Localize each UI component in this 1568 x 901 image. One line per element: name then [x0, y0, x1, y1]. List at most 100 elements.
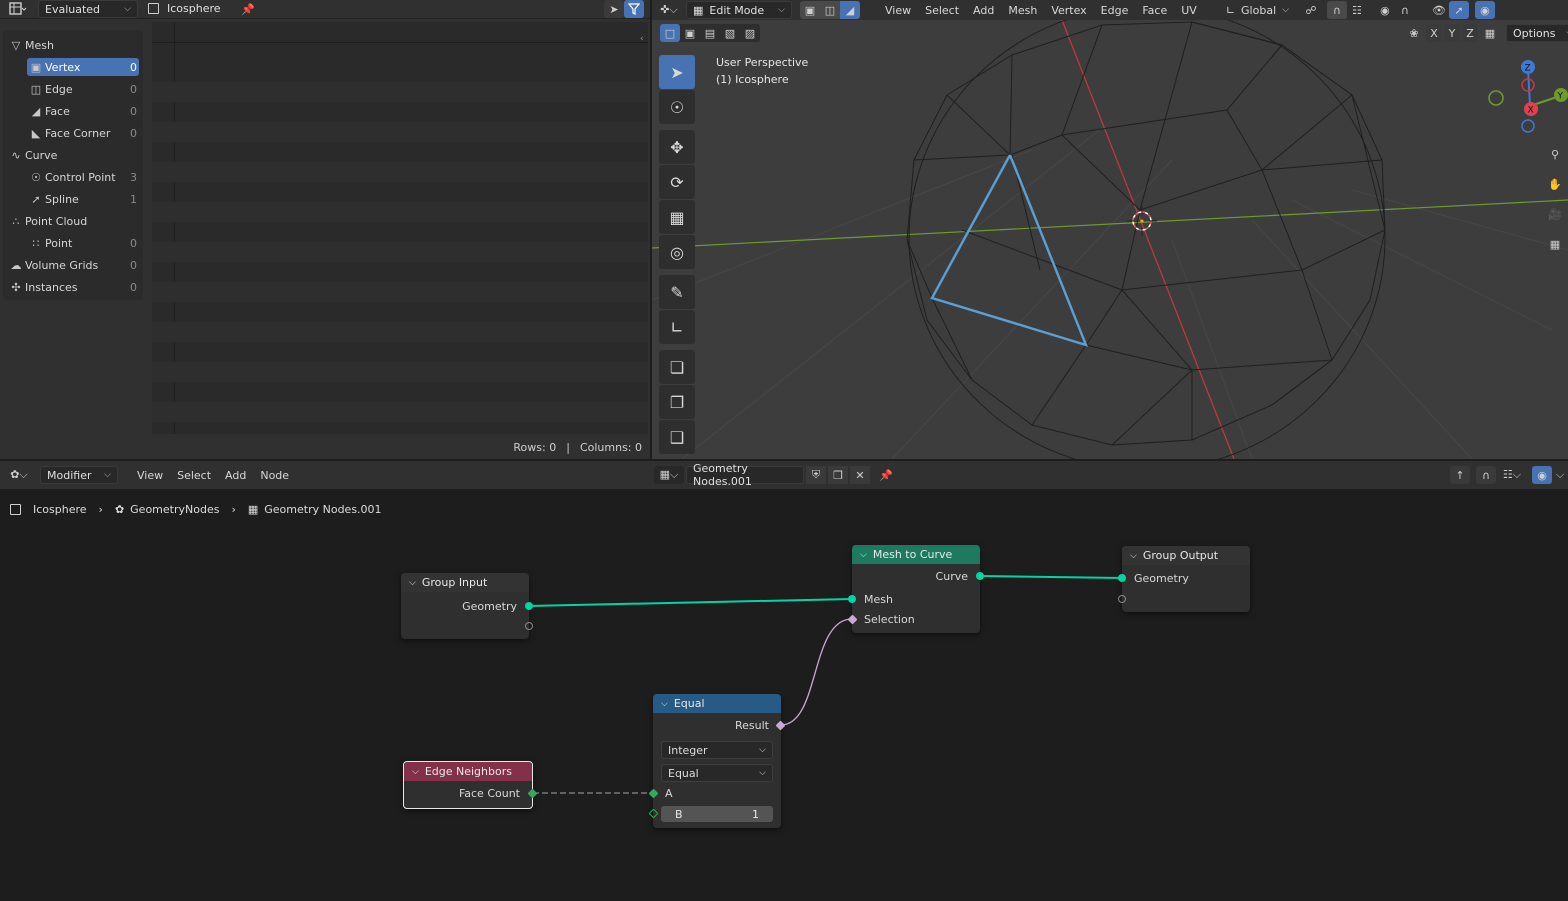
- sidebar-item-volume-grids[interactable]: ☁ Volume Grids 0: [7, 256, 139, 274]
- vertex-select-icon[interactable]: ▣: [800, 1, 820, 19]
- annotate-tool-icon[interactable]: ✎: [659, 275, 695, 309]
- pin-icon[interactable]: 📌: [238, 0, 258, 18]
- pivot-point-icon[interactable]: ☍: [1301, 1, 1321, 19]
- move-tool-icon[interactable]: ✥: [659, 130, 695, 164]
- options-dropdown[interactable]: Options ⌵: [1506, 24, 1568, 42]
- gizmo-toggle-icon[interactable]: ➚: [1448, 1, 1469, 19]
- input-b-field[interactable]: B 1: [661, 806, 773, 822]
- node-group-input[interactable]: ⌵ Group Input Geometry: [401, 573, 533, 639]
- add-cube-tool-icon[interactable]: ❏: [659, 350, 695, 384]
- node-header[interactable]: ⌵ Mesh to Curve: [852, 545, 980, 564]
- input-geometry-socket[interactable]: [1118, 574, 1126, 582]
- measure-tool-icon[interactable]: ∟: [659, 310, 695, 344]
- sidebar-item-spline[interactable]: ➚ Spline 1: [27, 190, 139, 208]
- node-group-output[interactable]: ⌵ Group Output Geometry: [1118, 546, 1250, 612]
- sidebar-item-control-point[interactable]: ☉ Control Point 3: [27, 168, 139, 186]
- mode-dropdown[interactable]: ▦ Edit Mode ⌵: [686, 1, 792, 19]
- menu-face[interactable]: Face: [1135, 4, 1174, 17]
- snap-target-icon[interactable]: ☷: [1347, 1, 1367, 19]
- sidebar-item-edge[interactable]: ◫ Edge 0: [27, 80, 139, 98]
- node-header[interactable]: ⌵ Group Input: [401, 573, 529, 592]
- output-geometry-socket[interactable]: [525, 602, 533, 610]
- scale-tool-icon[interactable]: ▦: [659, 200, 695, 234]
- spreadsheet-table: ‹: [152, 22, 648, 434]
- select-box-tool-icon[interactable]: ➤: [659, 55, 695, 89]
- mirror-x-toggle[interactable]: X: [1426, 24, 1442, 42]
- visibility-icon[interactable]: 👁: [1429, 1, 1449, 19]
- menu-view[interactable]: View: [878, 4, 918, 17]
- snap-icon[interactable]: ∩: [1326, 1, 1347, 19]
- select-new-icon[interactable]: □: [660, 24, 680, 42]
- node-header[interactable]: ⌵ Equal: [653, 694, 781, 713]
- output-curve-socket[interactable]: [976, 572, 984, 580]
- node-editor[interactable]: ✿⌵ Modifier ⌵ View Select Add Node ▦⌵ Ge…: [0, 461, 1568, 901]
- menu-edge[interactable]: Edge: [1094, 4, 1136, 17]
- inset-tool-icon[interactable]: ❑: [659, 420, 695, 454]
- auto-merge-icon[interactable]: ▦: [1480, 24, 1500, 42]
- filter-icon[interactable]: [624, 0, 644, 18]
- viewport-header: ✜⌵ ▦ Edit Mode ⌵ ▣ ◫ ◢ View Select Add M…: [652, 0, 1568, 20]
- x-axis-line: [1061, 19, 1235, 459]
- perspective-grid-icon[interactable]: ▦: [1544, 232, 1566, 256]
- select-subtract-icon[interactable]: ▤: [700, 24, 720, 42]
- input-a-row: A: [653, 784, 781, 802]
- selected-only-filter-icon[interactable]: ➤: [604, 0, 624, 18]
- transform-orientation-dropdown[interactable]: ∟ Global ⌵: [1226, 4, 1289, 17]
- spreadsheet-icon[interactable]: [4, 0, 32, 18]
- sidebar-item-vertex[interactable]: ▣ Vertex 0: [27, 58, 139, 76]
- sidebar-item-point-cloud[interactable]: ∴ Point Cloud: [7, 212, 139, 230]
- menu-add[interactable]: Add: [966, 4, 1001, 17]
- mirror-axes: ❀ X Y Z ▦ Options ⌵: [1404, 24, 1568, 42]
- sidebar-item-instances[interactable]: ✣ Instances 0: [7, 278, 139, 296]
- operation-dropdown[interactable]: Equal ⌵: [661, 764, 773, 782]
- transform-tool-icon[interactable]: ◎: [659, 235, 695, 269]
- node-edge-neighbors[interactable]: ⌵ Edge Neighbors Face Count: [403, 761, 538, 809]
- menu-select[interactable]: Select: [918, 4, 966, 17]
- 3d-viewport-editor-icon[interactable]: ✜⌵: [652, 1, 686, 19]
- menu-mesh[interactable]: Mesh: [1001, 4, 1044, 17]
- display-mode-dropdown[interactable]: Evaluated ⌵: [38, 0, 138, 18]
- cursor-tool-icon[interactable]: ☉: [659, 90, 695, 124]
- sidebar-item-face[interactable]: ◢ Face 0: [27, 102, 139, 120]
- node-equal[interactable]: ⌵ Equal Result Integer ⌵ Equal ⌵ A B 1: [648, 694, 786, 828]
- zoom-icon[interactable]: ⚲: [1544, 142, 1566, 166]
- extrude-tool-icon[interactable]: ❐: [659, 385, 695, 419]
- face-select-icon[interactable]: ◢: [840, 1, 860, 19]
- virtual-output-socket[interactable]: [525, 622, 533, 630]
- mirror-y-toggle[interactable]: Y: [1444, 24, 1460, 42]
- sidebar-item-face-corner[interactable]: ◣ Face Corner 0: [27, 124, 139, 142]
- edge-select-icon[interactable]: ◫: [820, 1, 840, 19]
- sidebar-item-label: Face Corner: [45, 126, 111, 140]
- menu-uv[interactable]: UV: [1174, 4, 1204, 17]
- table-row: [152, 202, 648, 222]
- falloff-icon[interactable]: ∩: [1395, 1, 1415, 19]
- pan-hand-icon[interactable]: ✋: [1544, 172, 1566, 196]
- object-indicator: Icosphere: [148, 2, 221, 15]
- 3d-viewport[interactable]: ✜⌵ ▦ Edit Mode ⌵ ▣ ◫ ◢ View Select Add M…: [652, 0, 1568, 459]
- overlay-toggle-icon[interactable]: ◉: [1474, 1, 1495, 19]
- node-mesh-to-curve[interactable]: ⌵ Mesh to Curve Curve Mesh Selection: [847, 545, 984, 633]
- sidebar-item-curve[interactable]: ∿ Curve: [7, 146, 139, 164]
- node-header[interactable]: ⌵ Group Output: [1122, 546, 1250, 565]
- sidebar-item-point[interactable]: ∷ Point 0: [27, 234, 139, 252]
- output-geometry-row: Geometry: [401, 597, 529, 615]
- sidebar-item-mesh[interactable]: ▽ Mesh: [7, 36, 139, 54]
- camera-icon[interactable]: 🎥: [1544, 202, 1566, 226]
- data-type-dropdown[interactable]: Integer ⌵: [661, 741, 773, 759]
- node-header[interactable]: ⌵ Edge Neighbors: [404, 762, 532, 781]
- active-object-label: (1) Icosphere: [716, 73, 789, 86]
- proportional-edit-icon[interactable]: ◉: [1375, 1, 1395, 19]
- select-extend-icon[interactable]: ▣: [680, 24, 700, 42]
- butterfly-icon[interactable]: ❀: [1404, 24, 1424, 42]
- output-face-count-row: Face Count: [404, 784, 532, 802]
- navigation-gizmo[interactable]: Z Y X: [1484, 56, 1568, 140]
- select-intersect-icon[interactable]: ▨: [740, 24, 760, 42]
- input-mesh-socket[interactable]: [848, 595, 856, 603]
- mirror-z-toggle[interactable]: Z: [1462, 24, 1478, 42]
- select-invert-icon[interactable]: ▧: [720, 24, 740, 42]
- rotate-tool-icon[interactable]: ⟳: [659, 165, 695, 199]
- view-perspective-label: User Perspective: [716, 56, 809, 69]
- virtual-input-socket[interactable]: [1118, 595, 1126, 603]
- sidebar-collapse-arrow[interactable]: ‹: [640, 34, 648, 46]
- menu-vertex[interactable]: Vertex: [1044, 4, 1093, 17]
